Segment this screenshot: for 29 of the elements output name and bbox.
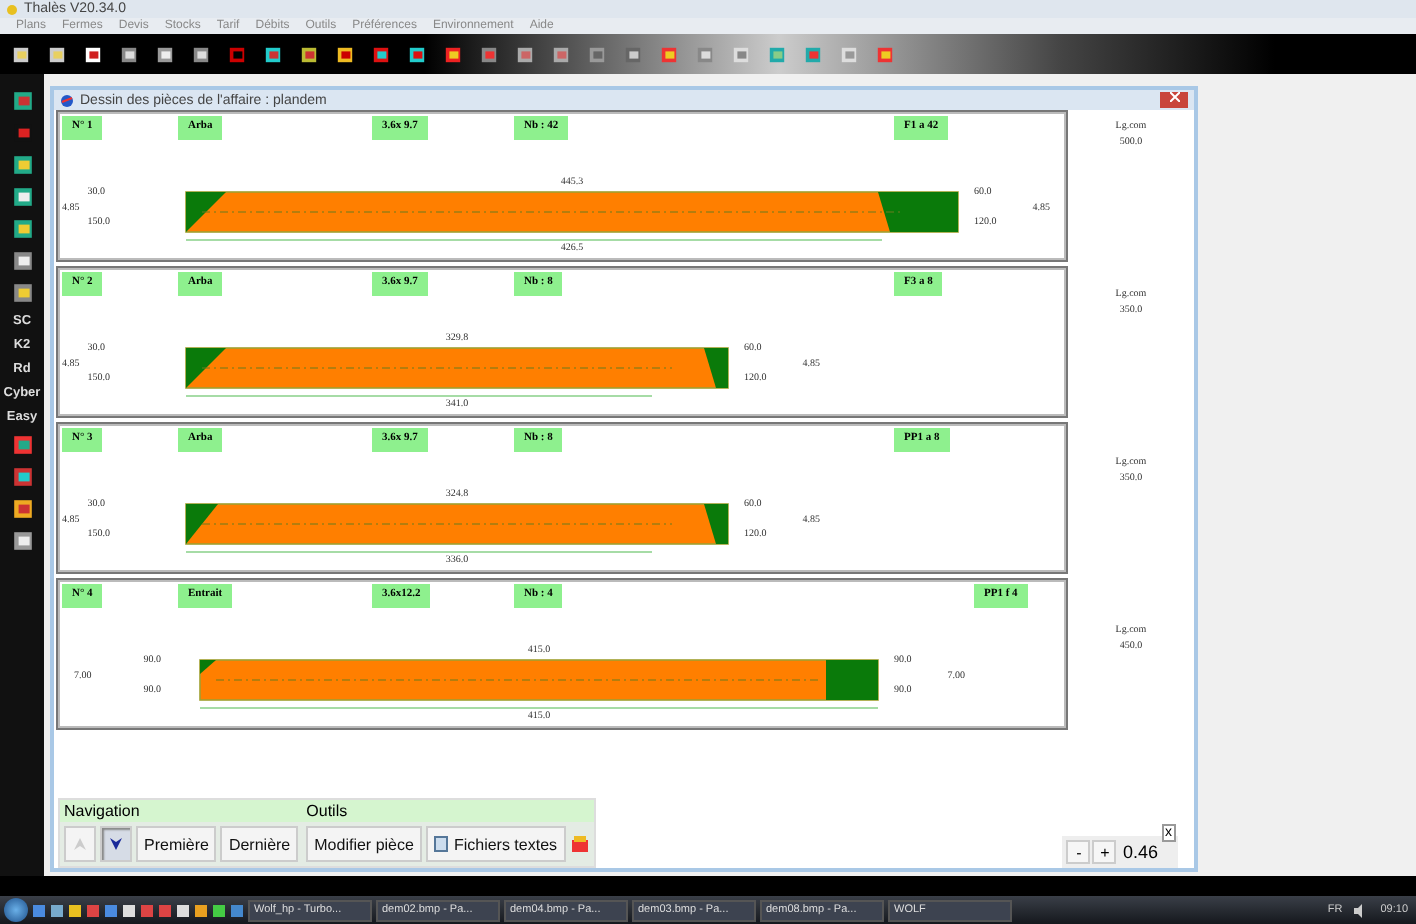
toolbar-icon[interactable] bbox=[11, 218, 33, 240]
toolbar-icon[interactable] bbox=[11, 466, 33, 488]
toolbar-icon[interactable] bbox=[11, 530, 33, 552]
toolbar-icon[interactable] bbox=[11, 250, 33, 272]
navigation-button[interactable]: Première bbox=[136, 826, 217, 862]
toolbar-icon[interactable] bbox=[11, 154, 33, 176]
app-icon bbox=[6, 3, 18, 15]
toolbar-icon[interactable] bbox=[11, 434, 33, 456]
file-icon bbox=[433, 836, 448, 852]
zoom-value: 0.46 bbox=[1120, 842, 1160, 862]
dialog-icon bbox=[60, 93, 74, 107]
group-title: Outils bbox=[302, 800, 594, 822]
start-button[interactable] bbox=[4, 898, 28, 922]
tool-button[interactable]: Modifier pièce bbox=[306, 826, 422, 862]
toolbar-icon[interactable] bbox=[11, 186, 33, 208]
up-arrow-icon bbox=[72, 836, 88, 852]
toolbar-icon[interactable] bbox=[11, 282, 33, 304]
zoom-in-button[interactable]: + bbox=[1092, 840, 1117, 864]
close-icon bbox=[1169, 92, 1179, 102]
toolbar-icon[interactable] bbox=[11, 90, 33, 112]
zoom-out-button[interactable]: - bbox=[1066, 840, 1091, 864]
down-arrow-icon bbox=[108, 836, 124, 852]
toolbar-icon[interactable] bbox=[11, 498, 33, 520]
close-button[interactable] bbox=[1160, 92, 1188, 108]
navigation-button[interactable]: Dernière bbox=[220, 826, 299, 862]
tool-button[interactable]: Fichiers textes bbox=[425, 826, 566, 862]
down-button[interactable] bbox=[100, 826, 132, 862]
toolbox-icon[interactable] bbox=[569, 834, 590, 854]
group-title: Navigation bbox=[60, 800, 303, 822]
